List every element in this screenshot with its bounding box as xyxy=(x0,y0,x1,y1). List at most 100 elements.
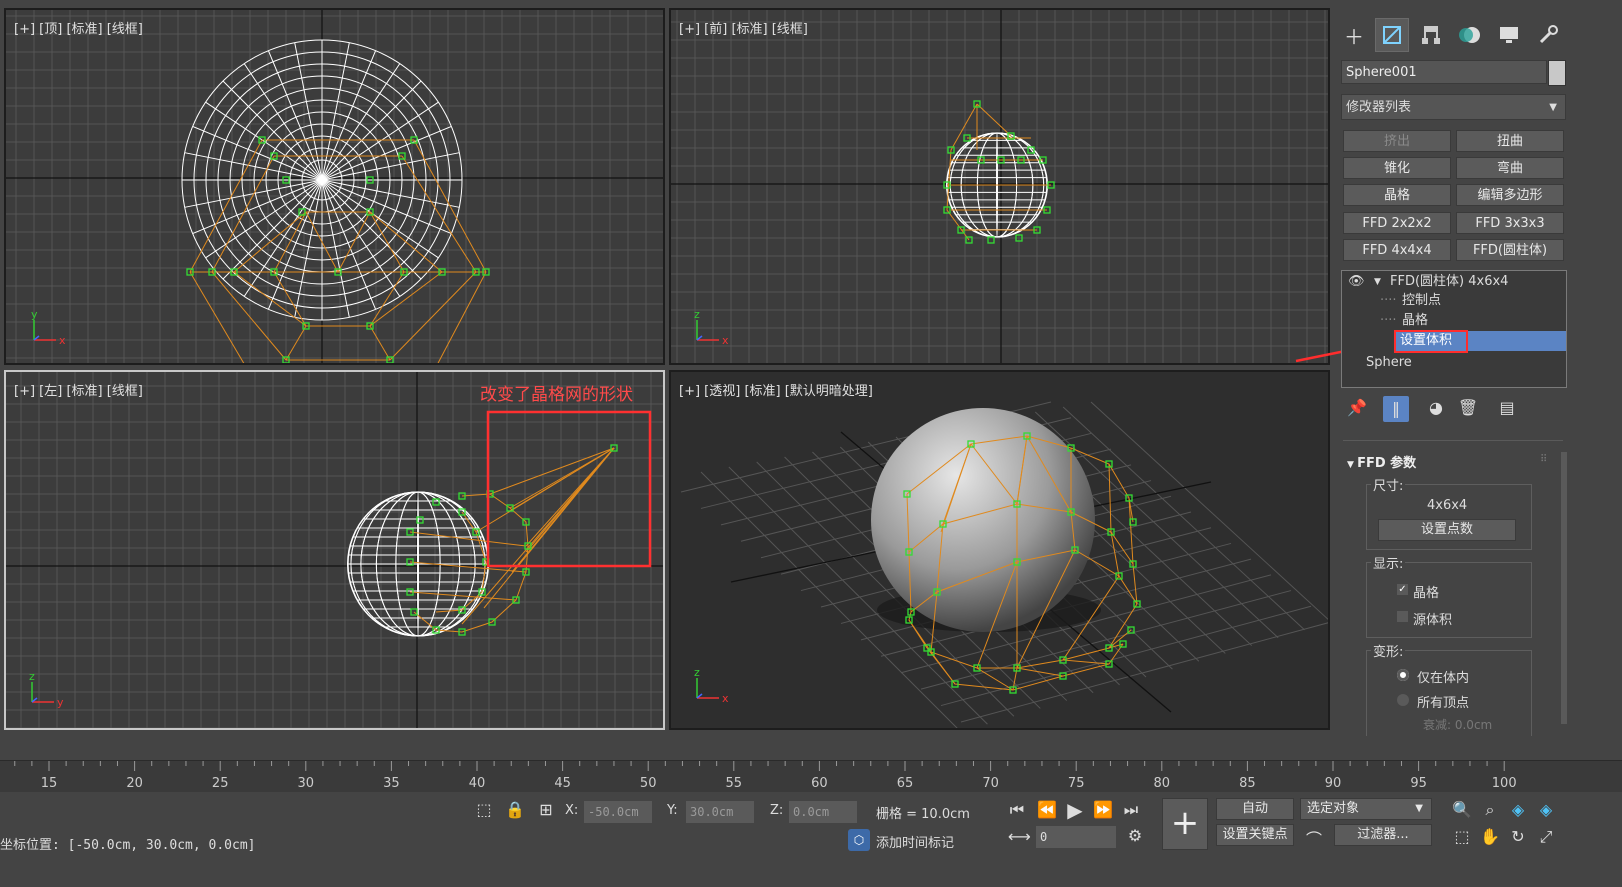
next-frame-icon[interactable]: ⏩ xyxy=(1092,800,1114,819)
timeline-tick-label: 75 xyxy=(1068,776,1085,791)
absolute-mode-icon[interactable]: ⊞ xyxy=(536,800,556,819)
viewport-left[interactable]: [+] [左] [标准] [线框] 改变了晶格网的形状 yz xyxy=(4,370,665,730)
utilities-icon[interactable] xyxy=(1531,18,1565,52)
key-filter-label: 选定对象 xyxy=(1307,801,1360,816)
x-field[interactable]: -50.0cm xyxy=(584,801,652,823)
set-key-button[interactable]: 设置关键点 xyxy=(1216,824,1294,846)
motion-icon[interactable] xyxy=(1453,18,1487,52)
key-mode-toggle-icon[interactable]: ⟷ xyxy=(1008,827,1031,846)
viewport-perspective-label[interactable]: [+] [透视] [标准] [默认明暗处理] xyxy=(679,380,873,399)
go-to-end-icon[interactable]: ⏭ xyxy=(1120,800,1142,820)
zoom-extents-icon[interactable]: ◈ xyxy=(1508,800,1528,819)
remove-modifier-icon[interactable]: 🗑 xyxy=(1456,398,1480,417)
timeline-ruler[interactable]: 15 20 25 30 35 40 45 50 55 60 65 70 75 80 85 90 95 100 xyxy=(0,760,1622,793)
modifier-list-dropdown[interactable]: 修改器列表 ▼ xyxy=(1341,94,1566,120)
viewport-top-label[interactable]: [+] [顶] [标准] [线框] xyxy=(14,18,143,37)
object-name-input[interactable]: Sphere001 xyxy=(1341,60,1547,84)
annotation-box xyxy=(486,410,652,568)
axis-label: x xyxy=(722,334,729,347)
stack-item-ffd[interactable]: 👁 ▼ FFD(圆柱体) 4x6x4 xyxy=(1342,272,1572,292)
expand-triangle-icon[interactable]: ▼ xyxy=(1374,272,1381,292)
lattice-line xyxy=(285,325,307,361)
timeline-tick-label: 15 xyxy=(41,776,58,791)
add-time-tag-icon[interactable]: ⬡ xyxy=(848,829,870,851)
display-icon[interactable] xyxy=(1492,18,1526,52)
panel-scrollbar[interactable] xyxy=(1561,452,1567,724)
falloff-field-partial[interactable]: 衰减: 0.0cm xyxy=(1423,716,1492,733)
go-to-start-icon[interactable]: ⏮ xyxy=(1006,800,1028,820)
play-icon[interactable]: ▶ xyxy=(1063,798,1087,822)
create-icon[interactable]: ＋ xyxy=(1337,18,1371,52)
previous-frame-icon[interactable]: ⏪ xyxy=(1036,800,1058,819)
maximize-viewport-icon[interactable]: ⤢ xyxy=(1536,827,1556,847)
lock-icon[interactable]: 🔒 xyxy=(505,800,525,819)
pin-stack-icon[interactable]: 📌 xyxy=(1346,398,1368,417)
axis-label: z xyxy=(694,666,700,679)
orbit-icon[interactable]: ↻ xyxy=(1508,827,1528,846)
modifier-button-ffd-2x2x2[interactable]: FFD 2x2x2 xyxy=(1343,212,1451,234)
modifier-list-label: 修改器列表 xyxy=(1346,100,1412,115)
timeline-tick-label: 100 xyxy=(1492,776,1517,791)
y-field[interactable]: 30.0cm xyxy=(686,801,754,823)
object-color-swatch[interactable] xyxy=(1548,60,1566,86)
field-of-view-icon[interactable]: ⬚ xyxy=(1452,827,1472,846)
modify-icon[interactable] xyxy=(1375,18,1409,52)
add-time-tag-label[interactable]: 添加时间标记 xyxy=(876,832,954,851)
stack-item-sphere[interactable]: Sphere xyxy=(1342,353,1572,373)
timeline-tick-label: 45 xyxy=(554,776,571,791)
rollout-header[interactable]: ▼ FFD 参数 xyxy=(1347,452,1416,471)
set-key-big-button[interactable]: + xyxy=(1162,798,1208,850)
viewport-top[interactable]: [+] [顶] [标准] [线框] xy xyxy=(4,8,665,365)
modifier-button-ffd-cyl[interactable]: FFD(圆柱体) xyxy=(1456,239,1564,261)
stack-item-lattice[interactable]: ···· 晶格 xyxy=(1342,311,1572,331)
z-field[interactable]: 0.0cm xyxy=(789,801,857,823)
viewport-front-canvas: xz xyxy=(671,10,1328,363)
viewport-perspective[interactable]: [+] [透视] [标准] [默认明暗处理] xz xyxy=(669,370,1330,730)
modifier-button-bend[interactable]: 弯曲 xyxy=(1456,157,1564,179)
modifier-button-lattice[interactable]: 晶格 xyxy=(1343,184,1451,206)
source-volume-checkbox[interactable] xyxy=(1397,611,1408,622)
auto-key-button[interactable]: 自动 xyxy=(1216,798,1294,820)
axis-label: z xyxy=(694,308,700,321)
timeline-tick-label: 25 xyxy=(212,776,229,791)
modifier-button-ffd-3x3x3[interactable]: FFD 3x3x3 xyxy=(1456,212,1564,234)
filters-button[interactable]: 过滤器... xyxy=(1334,824,1432,846)
modifier-button-twist[interactable]: 扭曲 xyxy=(1456,130,1564,152)
viewport-front-label[interactable]: [+] [前] [标准] [线框] xyxy=(679,18,808,37)
key-tangent-icon[interactable]: ⌒ xyxy=(1303,826,1325,850)
timeline-tick-label: 55 xyxy=(726,776,743,791)
modifier-button-ffd-4x4x4[interactable]: FFD 4x4x4 xyxy=(1343,239,1451,261)
chevron-down-icon: ▼ xyxy=(1549,102,1557,113)
hierarchy-icon[interactable] xyxy=(1414,18,1448,52)
time-config-icon[interactable]: ⚙ xyxy=(1124,826,1146,845)
viewport-left-label[interactable]: [+] [左] [标准] [线框] xyxy=(14,380,143,399)
lattice-checkbox[interactable]: ✓ xyxy=(1397,584,1408,595)
stack-item-sphere-label: Sphere xyxy=(1366,355,1412,370)
lattice-line xyxy=(475,447,615,533)
eye-icon[interactable]: 👁 xyxy=(1348,272,1365,292)
timeline-tick-label: 85 xyxy=(1239,776,1256,791)
wire-spoke xyxy=(321,80,422,181)
selection-lock-icon[interactable]: ⬚ xyxy=(474,800,494,819)
pan-hand-icon[interactable]: ✋ xyxy=(1480,827,1500,846)
y-label: Y: xyxy=(667,803,678,818)
all-vertices-label: 所有顶点 xyxy=(1417,696,1470,711)
key-filter-dropdown[interactable]: 选定对象 ▼ xyxy=(1300,798,1432,820)
make-unique-icon[interactable]: ◕ xyxy=(1424,398,1448,417)
viewport-front[interactable]: [+] [前] [标准] [线框] xz xyxy=(669,8,1330,365)
modifier-button-edit-poly[interactable]: 编辑多边形 xyxy=(1456,184,1564,206)
zoom-all-icon[interactable]: ⌕ xyxy=(1480,800,1500,820)
modifier-button-extrude[interactable]: 挤出 xyxy=(1343,130,1451,152)
show-end-result-icon[interactable]: ‖ xyxy=(1383,396,1409,422)
wire-spoke xyxy=(222,179,323,280)
all-vertices-radio[interactable] xyxy=(1397,694,1409,706)
zoom-extents-all-icon[interactable]: ◈ xyxy=(1536,800,1556,819)
current-frame-field[interactable]: 0 xyxy=(1036,826,1116,848)
zoom-icon[interactable]: 🔍 xyxy=(1452,800,1472,819)
set-points-button[interactable]: 设置点数 xyxy=(1378,519,1516,541)
modifier-button-taper[interactable]: 锥化 xyxy=(1343,157,1451,179)
only-in-volume-radio[interactable] xyxy=(1397,669,1409,681)
stack-item-control-points[interactable]: ···· 控制点 xyxy=(1342,291,1572,311)
timeline-tick-label: 95 xyxy=(1410,776,1427,791)
configure-modifier-sets-icon[interactable]: ▤ xyxy=(1495,398,1519,417)
